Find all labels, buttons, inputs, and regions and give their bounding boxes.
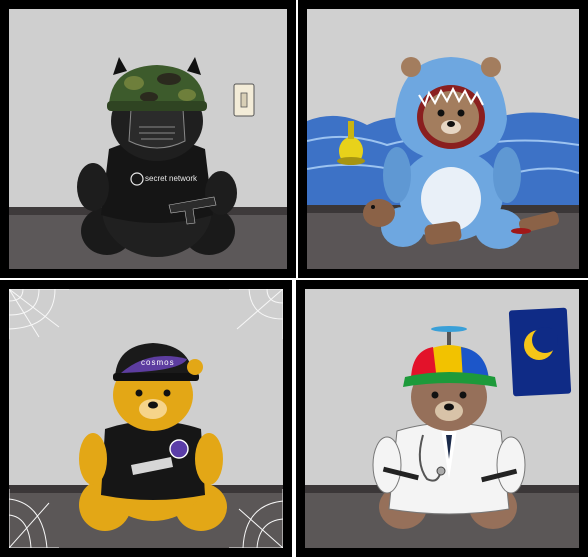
bear-collage: secret network cosmos [0, 0, 588, 557]
light-switch-icon [233, 83, 255, 117]
doctor-bear-illustration [305, 289, 579, 548]
cap-text: cosmos [141, 358, 175, 367]
shark-bear-illustration [307, 9, 579, 269]
panel-secret-bear: secret network [0, 0, 296, 278]
gold-bear-illustration: cosmos [9, 289, 283, 548]
panel-gold-bear: cosmos [0, 280, 292, 557]
secret-bear-illustration: secret network [9, 9, 287, 269]
panel-shark-bear [298, 0, 588, 278]
moon-poster-icon [508, 307, 572, 397]
tshirt-text: secret network [145, 174, 198, 183]
panel-doctor-bear [296, 280, 588, 557]
